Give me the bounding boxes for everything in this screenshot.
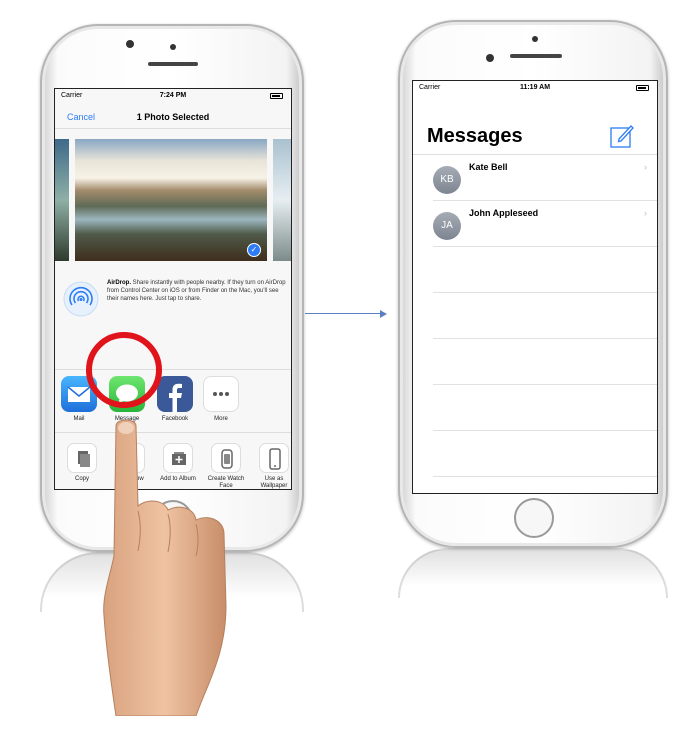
front-camera [532, 36, 538, 42]
messages-screen: Carrier 11:19 AM Messages KB Kate Bell ›… [412, 80, 658, 494]
empty-row [433, 431, 657, 477]
home-button[interactable] [514, 498, 554, 538]
airdrop-icon [63, 281, 99, 317]
speaker [148, 62, 198, 66]
status-bar: Carrier 11:19 AM [413, 81, 657, 95]
photo-thumbnail-previous[interactable] [55, 139, 69, 261]
empty-row [433, 385, 657, 431]
page-title: Messages [427, 125, 523, 147]
photo-strip[interactable]: ✓ [55, 135, 291, 265]
messages-header: Messages [413, 115, 657, 155]
status-time: 7:24 PM [159, 92, 187, 99]
airdrop-body: Share instantly with people nearby. If t… [107, 280, 286, 302]
share-app-label: Mail [73, 416, 85, 422]
contact-name: John Appleseed [469, 208, 539, 218]
photo-thumbnail-selected[interactable] [75, 139, 267, 261]
nav-title: 1 Photo Selected [136, 112, 210, 122]
camera [486, 54, 494, 62]
conversation-row-john-appleseed[interactable]: JA John Appleseed › [433, 201, 657, 247]
airdrop-heading: AirDrop. [107, 280, 131, 286]
conversation-row-kate-bell[interactable]: KB Kate Bell › [433, 155, 657, 201]
contact-name: Kate Bell [469, 162, 508, 172]
chevron-right-icon: › [644, 162, 647, 172]
selected-check-icon: ✓ [247, 243, 261, 257]
right-phone: Carrier 11:19 AM Messages KB Kate Bell ›… [398, 20, 668, 548]
message-highlight-ring [86, 332, 162, 408]
status-time: 11:19 AM [519, 84, 551, 91]
speaker [510, 54, 562, 58]
copy-icon [67, 443, 97, 473]
battery-icon [270, 93, 283, 99]
pointing-hand-illustration [103, 419, 227, 716]
arrow-head-icon [380, 310, 387, 318]
avatar: JA [433, 212, 461, 240]
photo-thumbnail-next[interactable] [273, 139, 291, 261]
airdrop-description: AirDrop. Share instantly with people nea… [107, 279, 287, 303]
right-phone-reflection [398, 548, 668, 598]
front-camera [170, 44, 176, 50]
empty-row [433, 293, 657, 339]
facebook-icon [157, 376, 193, 412]
action-label: Use as Wallpaper [260, 476, 288, 489]
battery-icon [636, 85, 649, 91]
transition-arrow [305, 313, 381, 314]
share-nav-bar: Cancel 1 Photo Selected [55, 107, 291, 129]
empty-row [433, 247, 657, 293]
airdrop-section: AirDrop. Share instantly with people nea… [55, 275, 291, 341]
compose-icon[interactable] [609, 123, 635, 149]
chevron-right-icon: › [644, 208, 647, 218]
conversation-list: KB Kate Bell › JA John Appleseed › [413, 155, 657, 477]
camera [126, 40, 134, 48]
more-icon [203, 376, 239, 412]
status-bar: Carrier 7:24 PM [55, 89, 291, 103]
action-use-as-wallpaper[interactable]: Use as Wallpaper [251, 443, 291, 489]
wallpaper-icon [259, 443, 289, 473]
avatar: KB [433, 166, 461, 194]
empty-row [433, 339, 657, 385]
